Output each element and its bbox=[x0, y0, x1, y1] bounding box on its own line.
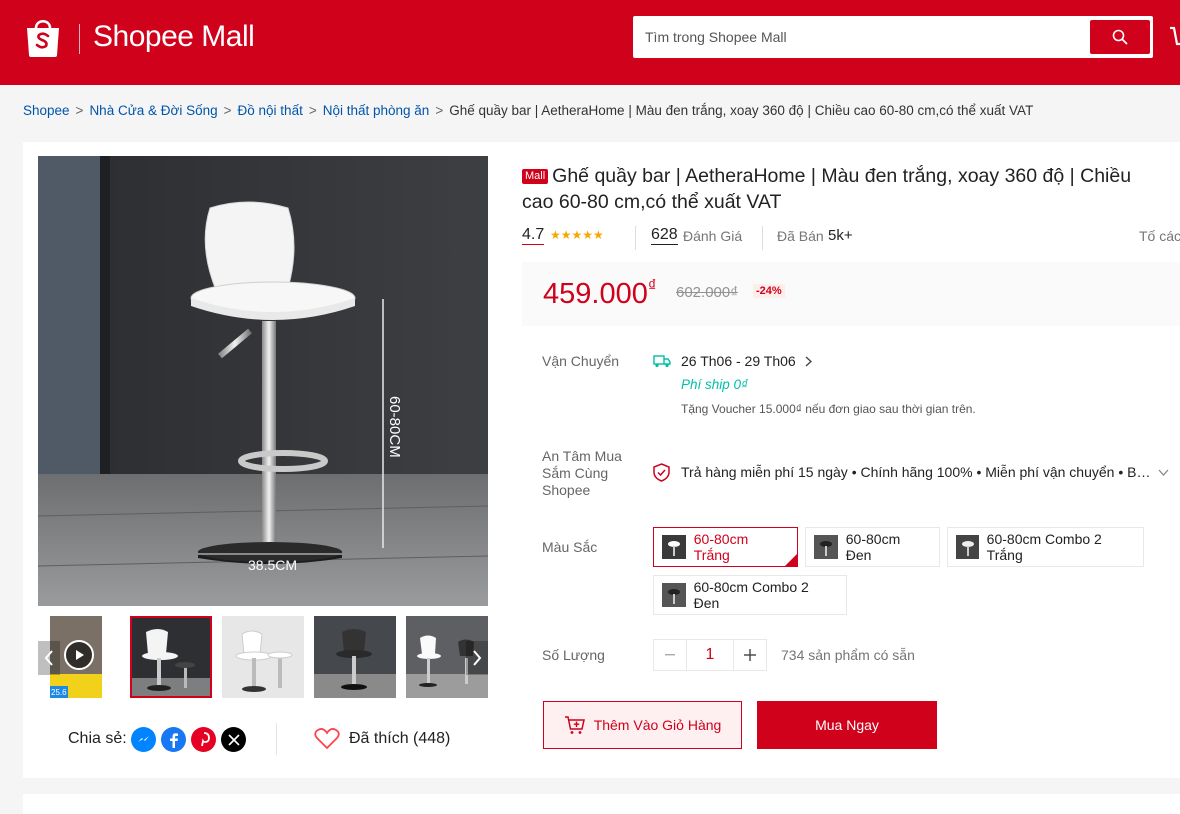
thumbnail-image[interactable] bbox=[130, 616, 212, 698]
add-cart-icon bbox=[564, 716, 585, 734]
search-button[interactable] bbox=[1090, 20, 1150, 54]
play-icon bbox=[76, 650, 84, 660]
product-title-text: Ghế quầy bar | AetheraHome | Màu đen trắ… bbox=[522, 165, 1132, 213]
option-label: 60-80cm Đen bbox=[845, 531, 901, 563]
buy-now-button[interactable]: Mua Ngay bbox=[757, 701, 937, 749]
color-option-black[interactable]: 60-80cm Đen bbox=[805, 527, 940, 567]
current-price: 459.000₫ bbox=[543, 276, 657, 311]
thumbnail-image[interactable] bbox=[222, 616, 304, 698]
add-to-cart-label: Thêm Vào Giỏ Hàng bbox=[593, 717, 722, 733]
rating-divider bbox=[762, 226, 763, 250]
header-bar: Shopee Mall bbox=[0, 0, 1180, 85]
breadcrumb-current: Ghế quầy bar | AetheraHome | Màu đen trắ… bbox=[449, 103, 1034, 118]
increase-button[interactable] bbox=[734, 640, 766, 670]
color-option-combo-white[interactable]: 60-80cm Combo 2 Trắng bbox=[947, 527, 1144, 567]
option-thumbnail bbox=[662, 583, 686, 607]
rating-value[interactable]: 4.7 bbox=[522, 226, 545, 245]
guarantee-text[interactable]: Trả hàng miễn phí 15 ngày • Chính hãng 1… bbox=[681, 464, 1153, 480]
report-link[interactable]: Tố các bbox=[1139, 228, 1180, 244]
delivery-date-text: 26 Th06 - 29 Th06 bbox=[681, 353, 796, 369]
breadcrumb-link[interactable]: Shopee bbox=[23, 103, 70, 118]
rating-divider bbox=[635, 226, 636, 250]
mall-badge: Mall bbox=[522, 169, 549, 184]
share-divider bbox=[276, 723, 277, 755]
rating-row: 4.7 ★★★★★ 628 Đánh Giá Đã Bán 5k+ Tố các bbox=[522, 226, 1180, 250]
delivery-date[interactable]: 26 Th06 - 29 Th06 bbox=[681, 353, 812, 369]
breadcrumb-link[interactable]: Nội thất phòng ăn bbox=[323, 103, 430, 118]
shopee-mall-logo[interactable]: Shopee Mall bbox=[93, 20, 255, 54]
cart-icon[interactable] bbox=[1168, 22, 1180, 52]
thumbnail-prev-button[interactable] bbox=[38, 641, 60, 675]
thumbnail-strip: 25.6 bbox=[38, 616, 488, 698]
minus-icon bbox=[665, 654, 675, 656]
decrease-button[interactable] bbox=[654, 640, 686, 670]
shipping-label: Vận Chuyển bbox=[542, 353, 620, 369]
voucher-note: Tặng Voucher 15.000₫ nếu đơn giao sau th… bbox=[681, 402, 976, 416]
chevron-left-icon bbox=[44, 650, 53, 666]
delivery-truck-icon bbox=[653, 355, 671, 368]
chevron-down-icon[interactable] bbox=[1158, 469, 1169, 476]
quantity-stepper: 1 bbox=[653, 639, 767, 671]
option-thumbnail bbox=[956, 535, 979, 559]
height-dimension-label: 60-80CM bbox=[386, 396, 403, 458]
messenger-icon[interactable] bbox=[131, 727, 156, 752]
shield-check-icon bbox=[653, 463, 670, 482]
liked-count[interactable]: Đã thích (448) bbox=[349, 730, 450, 748]
color-option-combo-black[interactable]: 60-80cm Combo 2 Đen bbox=[653, 575, 847, 615]
chevron-right-icon bbox=[473, 650, 482, 666]
stock-available: 734 sản phẩm có sẵn bbox=[781, 647, 915, 663]
share-label: Chia sẻ: bbox=[68, 730, 127, 747]
selected-check-icon bbox=[784, 553, 798, 567]
search-box bbox=[633, 16, 1153, 58]
product-title: Mall Ghế quầy bar | AetheraHome | Màu đen… bbox=[522, 163, 1162, 215]
color-option-white[interactable]: 60-80cm Trắng bbox=[653, 527, 798, 567]
color-label: Màu Sắc bbox=[542, 539, 598, 555]
breadcrumb: Shopee > Nhà Cửa & Đời Sống > Đồ nội thất > Nộ… bbox=[23, 103, 1033, 118]
width-dimension-label: 38.5CM bbox=[248, 557, 297, 573]
reviews-count[interactable]: 628 bbox=[651, 226, 678, 245]
product-main-image[interactable]: 60-80CM 38.5CM bbox=[38, 156, 488, 606]
play-video-button[interactable] bbox=[64, 640, 94, 670]
currency-symbol: ₫ bbox=[647, 276, 657, 295]
thumbnail-next-button[interactable] bbox=[466, 641, 488, 675]
shopee-bag-icon[interactable] bbox=[24, 16, 62, 58]
price-value: 459.000 bbox=[543, 278, 648, 310]
search-icon bbox=[1112, 29, 1128, 45]
chevron-right-icon bbox=[805, 356, 812, 367]
pinterest-icon[interactable] bbox=[191, 727, 216, 752]
chevron-right-icon: > bbox=[308, 103, 317, 118]
discount-badge: -24% bbox=[753, 284, 785, 298]
option-label: 60-80cm Trắng bbox=[693, 531, 749, 563]
sold-count: 5k+ bbox=[828, 227, 853, 244]
bar-stool-photo: 60-80CM 38.5CM bbox=[38, 156, 488, 606]
quantity-input[interactable]: 1 bbox=[686, 640, 734, 670]
quantity-label: Số Lượng bbox=[542, 647, 605, 663]
option-thumbnail bbox=[662, 535, 686, 559]
chevron-right-icon: > bbox=[435, 103, 444, 118]
guarantee-label: An Tâm Mua Sắm Cùng Shopee bbox=[542, 448, 622, 498]
breadcrumb-link[interactable]: Nhà Cửa & Đời Sống bbox=[89, 103, 217, 118]
star-rating-icon: ★★★★★ bbox=[550, 228, 604, 242]
search-input[interactable] bbox=[645, 24, 1085, 50]
add-to-cart-button[interactable]: Thêm Vào Giỏ Hàng bbox=[543, 701, 742, 749]
facebook-icon[interactable] bbox=[161, 727, 186, 752]
heart-icon[interactable] bbox=[314, 728, 340, 750]
next-section-card bbox=[23, 794, 1180, 814]
chevron-right-icon: > bbox=[223, 103, 232, 118]
reviews-label: Đánh Giá bbox=[683, 228, 743, 244]
logo-divider bbox=[79, 24, 80, 54]
option-thumbnail bbox=[814, 535, 838, 559]
plus-icon bbox=[744, 649, 756, 661]
sold-label: Đã Bán bbox=[777, 228, 824, 244]
thumbnail-image[interactable] bbox=[314, 616, 396, 698]
chevron-right-icon: > bbox=[75, 103, 84, 118]
free-shipping-text: Phí ship 0₫ bbox=[681, 377, 748, 392]
option-label: 60-80cm Combo 2 Trắng bbox=[986, 531, 1102, 563]
original-price: 602.000₫ bbox=[676, 284, 738, 301]
breadcrumb-link[interactable]: Đồ nội thất bbox=[238, 103, 303, 118]
option-label: 60-80cm Combo 2 Đen bbox=[693, 579, 809, 611]
thumb-badge: 25.6 bbox=[51, 688, 67, 697]
x-twitter-icon[interactable] bbox=[221, 727, 246, 752]
